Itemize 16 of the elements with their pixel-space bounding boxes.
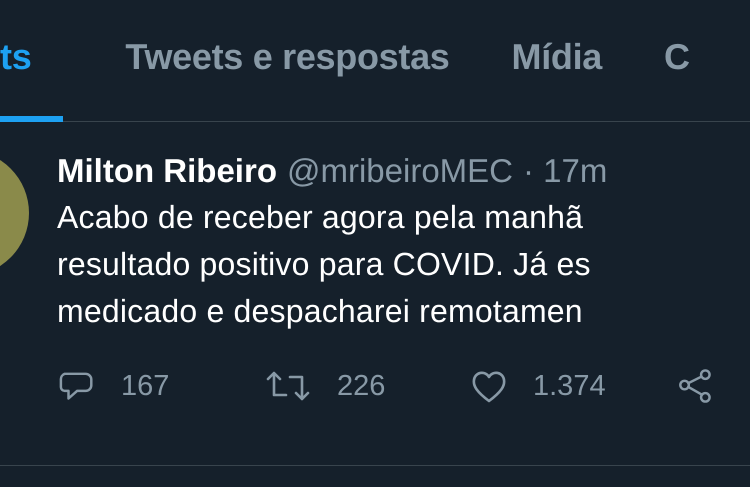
like-count: 1.374 [533,370,606,402]
tweet-text-line: resultado positivo para COVID. Já es [57,245,592,284]
heart-icon[interactable] [471,369,507,403]
author-handle: @mribeiroMEC [286,152,514,190]
tweet-text-line: Acabo de receber agora pela manhã [57,198,584,237]
reply-count: 167 [121,370,170,402]
author-name: Milton Ribeiro [57,152,277,190]
share-icon[interactable] [677,369,713,403]
profile-tab[interactable]: ts [0,36,64,122]
profile-tab[interactable]: Mídia [512,36,602,122]
tweet-time: · 17m [523,152,608,190]
retweet-count: 226 [337,370,386,402]
tweet-text-line: medicado e despacharei remotamen [57,292,584,331]
profile-tab[interactable]: Tweets e respostas [125,36,450,122]
retweet-arrows-icon[interactable] [265,369,311,403]
profile-tab[interactable]: C [664,36,690,122]
